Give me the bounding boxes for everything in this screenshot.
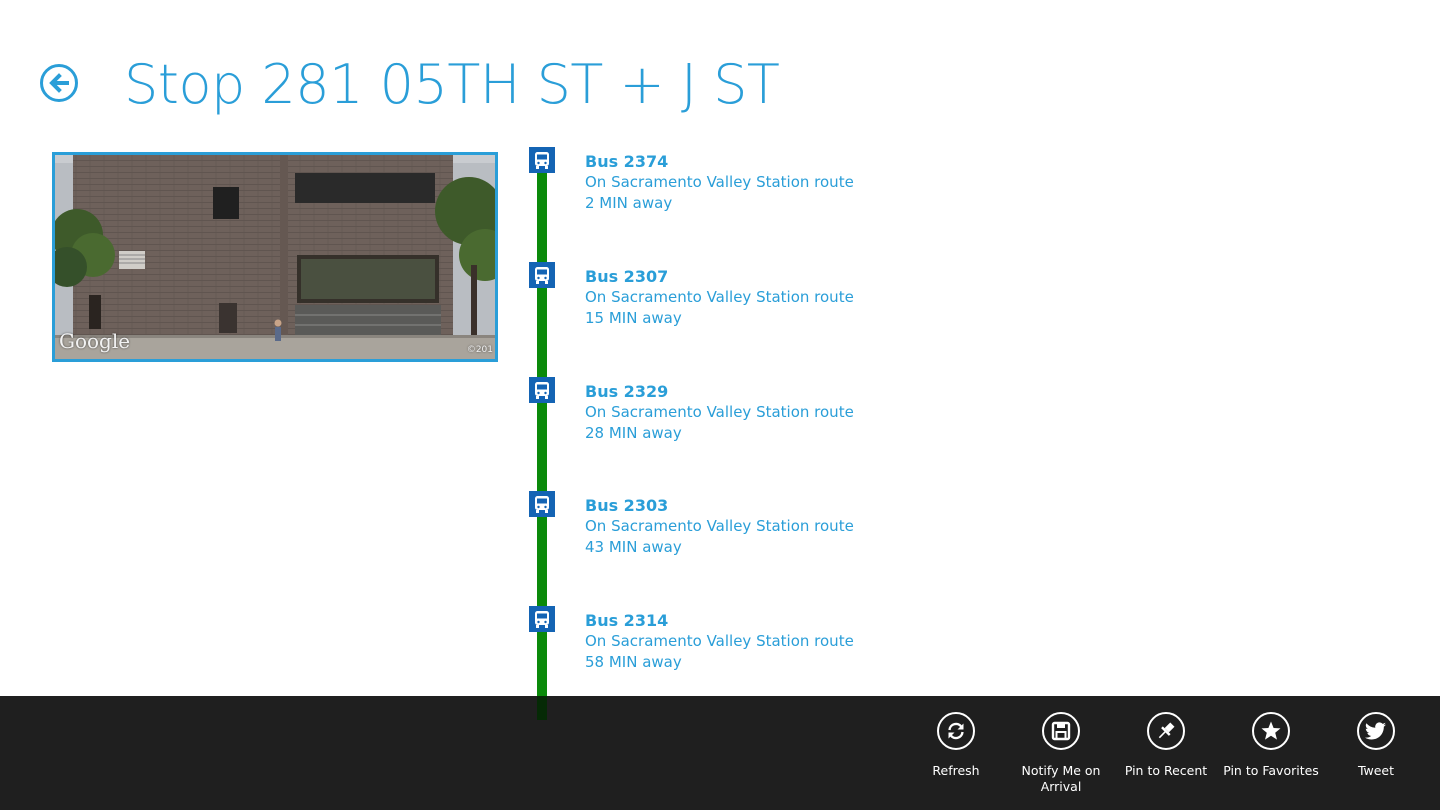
tweet-button[interactable]: Tweet: [1326, 712, 1426, 779]
pin-to-favorites-button[interactable]: Pin to Favorites: [1221, 712, 1321, 779]
back-arrow-icon: [49, 73, 69, 93]
bus-marker: [529, 606, 555, 632]
bus-number: Bus 2329: [585, 382, 669, 401]
bus-eta: 58 MIN away: [585, 653, 682, 671]
bus-marker: [529, 262, 555, 288]
bus-number: Bus 2303: [585, 496, 669, 515]
app-bar: Refresh Notify Me on Arrival Pin to Rece…: [0, 696, 1440, 810]
pin-recent-button-circle: [1147, 712, 1185, 750]
tweet-button-circle: [1357, 712, 1395, 750]
bus-number: Bus 2314: [585, 611, 669, 630]
save-icon: [1051, 721, 1071, 741]
refresh-button-label: Refresh: [932, 763, 980, 778]
arrival-item[interactable]: Bus 2303 On Sacramento Valley Station ro…: [585, 495, 985, 558]
bus-route: On Sacramento Valley Station route: [585, 517, 854, 535]
arrival-item[interactable]: Bus 2307 On Sacramento Valley Station ro…: [585, 266, 985, 329]
arrival-item[interactable]: Bus 2329 On Sacramento Valley Station ro…: [585, 381, 985, 444]
stop-street-view-photo: Google ©201: [52, 152, 498, 362]
pin-recent-button-label: Pin to Recent: [1124, 763, 1208, 778]
bus-icon: [535, 267, 549, 284]
bus-marker: [529, 377, 555, 403]
bus-eta: 43 MIN away: [585, 538, 682, 556]
bus-icon: [535, 382, 549, 399]
photo-copyright: ©201: [466, 345, 493, 355]
arrival-item[interactable]: Bus 2314 On Sacramento Valley Station ro…: [585, 610, 985, 673]
pin-favorites-button-circle: [1252, 712, 1290, 750]
pin-icon: [1158, 722, 1175, 739]
bus-icon: [535, 152, 549, 169]
bus-icon: [535, 496, 549, 513]
stop-details-page: Stop 281 05TH ST + J ST Google ©201 Bus …: [0, 0, 1440, 810]
notify-button-label: Notify Me on Arrival: [1021, 763, 1101, 794]
refresh-icon: [948, 722, 964, 740]
bus-route: On Sacramento Valley Station route: [585, 288, 854, 306]
notify-me-on-arrival-button[interactable]: Notify Me on Arrival: [1011, 712, 1111, 795]
refresh-button-circle: [937, 712, 975, 750]
pin-to-recent-button[interactable]: Pin to Recent: [1116, 712, 1216, 779]
notify-button-circle: [1042, 712, 1080, 750]
page-title: Stop 281 05TH ST + J ST: [124, 53, 780, 116]
tweet-button-label: Tweet: [1357, 763, 1395, 778]
bus-eta: 28 MIN away: [585, 424, 682, 442]
google-logo-text: Google: [59, 329, 131, 353]
bus-eta: 2 MIN away: [585, 194, 673, 212]
bus-marker: [529, 147, 555, 173]
pin-favorites-button-label: Pin to Favorites: [1223, 763, 1319, 778]
timeline-line-tail: [537, 696, 547, 720]
timeline-line: [537, 160, 547, 720]
bus-icon: [535, 611, 549, 628]
twitter-icon: [1365, 722, 1386, 740]
star-icon: [1261, 721, 1281, 740]
bus-eta: 15 MIN away: [585, 309, 682, 327]
bus-marker: [529, 491, 555, 517]
back-button[interactable]: [40, 64, 78, 102]
bus-route: On Sacramento Valley Station route: [585, 632, 854, 650]
arrival-item[interactable]: Bus 2374 On Sacramento Valley Station ro…: [585, 151, 985, 214]
bus-route: On Sacramento Valley Station route: [585, 403, 854, 421]
bus-number: Bus 2374: [585, 152, 669, 171]
bus-route: On Sacramento Valley Station route: [585, 173, 854, 191]
refresh-button[interactable]: Refresh: [906, 712, 1006, 779]
bus-number: Bus 2307: [585, 267, 669, 286]
